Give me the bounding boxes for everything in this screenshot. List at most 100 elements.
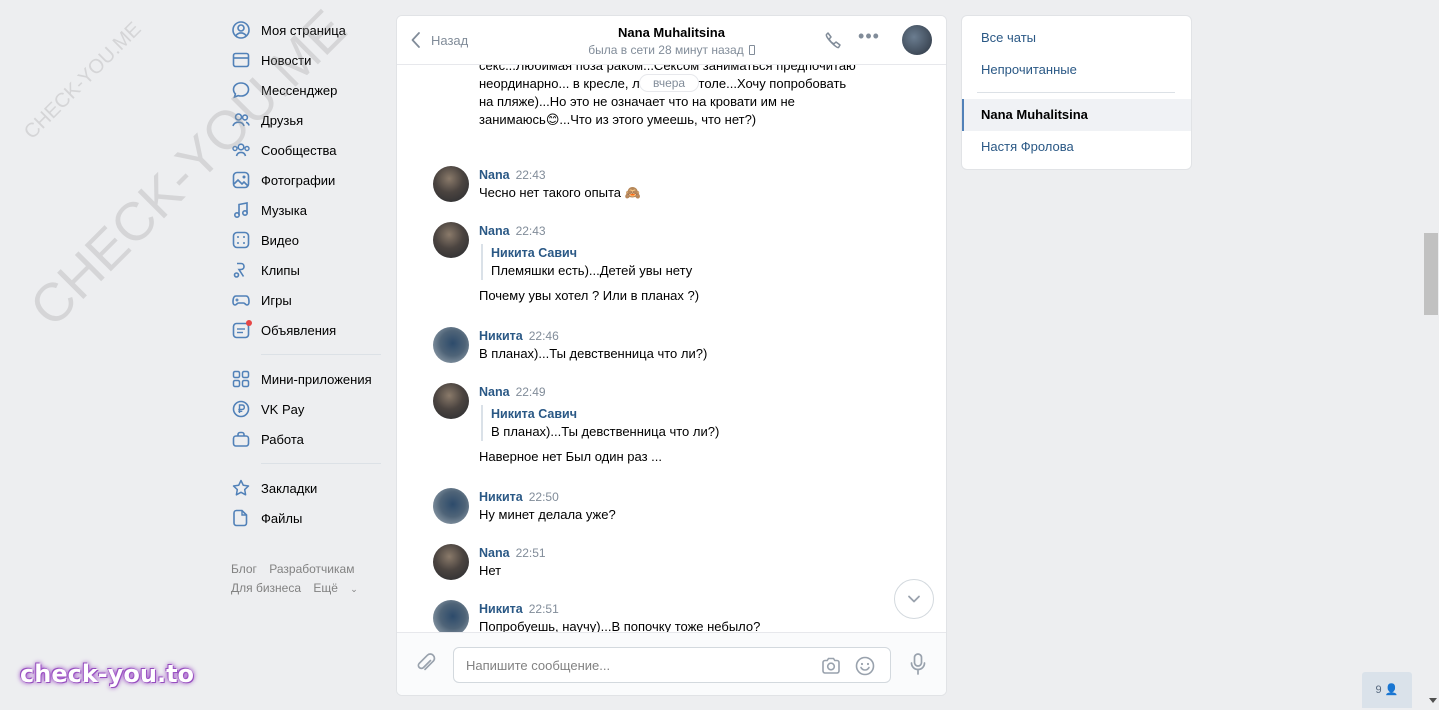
file-icon [231,508,251,528]
message-input[interactable] [466,656,806,674]
message-author[interactable]: Nana [479,168,510,182]
message-item[interactable]: Никита 22:46 В планах)...Ты девственница … [433,327,913,363]
nav-photos[interactable]: Фотографии [231,165,381,195]
message-author[interactable]: Nana [479,385,510,399]
avatar[interactable] [433,327,469,363]
nav-label: Друзья [261,112,304,128]
video-icon [231,230,251,250]
message-author[interactable]: Никита [479,490,523,504]
music-note-icon [231,200,251,220]
message-time: 22:50 [528,490,559,504]
nav-label: Фотографии [261,172,336,188]
nav-communities[interactable]: Сообщества [231,135,381,165]
paperclip-icon[interactable] [415,652,437,676]
quote-author: Никита Савич [491,246,577,260]
newspaper-icon [231,50,251,70]
nav-mini-apps[interactable]: Мини-приложения [231,364,381,394]
nav-label: Клипы [261,262,300,278]
scroll-down-arrow-icon[interactable] [1429,698,1437,703]
more-icon[interactable]: ••• [858,27,880,52]
emoji-smile-icon[interactable] [854,655,876,677]
peer-avatar[interactable] [902,25,932,55]
message-item[interactable]: Никита 22:51 Попробуешь, научу)...В попоч… [433,600,913,632]
message-text: Ну минет делала уже? [479,507,616,522]
nav-divider [261,354,381,355]
nav-clips[interactable]: Клипы [231,255,381,285]
filter-unread[interactable]: Непрочитанные [962,54,1191,86]
avatar[interactable] [433,222,469,258]
camera-icon[interactable] [820,655,842,677]
nav-my-page[interactable]: Моя страница [231,15,381,45]
message-time: 22:43 [515,168,546,182]
nav-news[interactable]: Новости [231,45,381,75]
message-text: В планах)...Ты девственница что ли?) [479,346,708,361]
nav-label: Видео [261,232,299,248]
nav-music[interactable]: Музыка [231,195,381,225]
watermark-diagonal-small: CHECK-YOU.ME [20,17,146,144]
chat-tab[interactable]: Настя Фролова [962,131,1191,163]
message-time: 22:43 [515,224,546,238]
message-author[interactable]: Никита [479,329,523,343]
nav-vk-pay[interactable]: VK Pay [231,394,381,424]
notification-dot [246,320,252,326]
date-separator: вчера [639,74,700,92]
scroll-to-bottom-button[interactable] [894,579,934,619]
online-friends-badge[interactable]: 9 👤 [1362,672,1412,708]
message-author[interactable]: Nana [479,224,510,238]
nav-bookmarks[interactable]: Закладки [231,473,381,503]
message-text: Почему увы хотел ? Или в планах ?) [479,288,700,303]
message-item[interactable]: Nana 22:49 Никита Савич В планах)...Ты де… [433,383,913,466]
user-circle-icon [231,20,251,40]
message-input-box[interactable] [453,647,891,683]
message-item[interactable]: Nana 22:43 Никита Савич Племяшки есть)...… [433,222,913,305]
avatar[interactable] [433,383,469,419]
avatar[interactable] [433,166,469,202]
panel-divider [977,92,1175,93]
nav-video[interactable]: Видео [231,225,381,255]
message-author[interactable]: Никита [479,602,523,616]
chat-panel: Назад Nana Muhalitsina была в сети 28 ми… [396,15,947,696]
reply-quote[interactable]: Никита Савич Племяшки есть)...Детей увы … [481,244,913,280]
nav-label: Музыка [261,202,307,218]
vkpay-icon [231,399,251,419]
photo-icon [231,170,251,190]
avatar[interactable] [433,488,469,524]
message-author[interactable]: Nana [479,546,510,560]
quote-text: Племяшки есть)...Детей увы нету [491,263,693,278]
nav-files[interactable]: Файлы [231,503,381,533]
footer-business-link[interactable]: Для бизнеса [231,581,301,595]
nav-label: Сообщества [261,142,337,158]
nav-friends[interactable]: Друзья [231,105,381,135]
reply-quote[interactable]: Никита Савич В планах)...Ты девственница… [481,405,913,441]
page-scrollbar-thumb[interactable] [1424,233,1438,315]
avatar[interactable] [433,600,469,632]
nav-label: Моя страница [261,22,346,38]
person-icon: 👤 [1384,684,1399,696]
message-history[interactable]: секс...Любимая поза раком...Сексом заним… [397,65,946,632]
footer-developers-link[interactable]: Разработчикам [269,562,354,576]
nav-messenger[interactable]: Мессенджер [231,75,381,105]
footer-more-link[interactable]: Ещё ⌄ [313,581,366,595]
microphone-icon[interactable] [907,652,929,676]
nav-label: Закладки [261,480,318,496]
footer-blog-link[interactable]: Блог [231,562,257,576]
nav-divider [261,463,381,464]
message-item[interactable]: Никита 22:50 Ну минет делала уже? [433,488,913,524]
nav-work[interactable]: Работа [231,424,381,454]
message-time: 22:49 [515,385,546,399]
friends-icon [231,110,251,130]
nav-label: VK Pay [261,401,305,417]
message-text: Чесно нет такого опыта 🙈 [479,185,641,200]
quote-author: Никита Савич [491,407,577,421]
watermark-logo: check-you.to [20,660,195,688]
nav-ads[interactable]: Объявления [231,315,381,345]
message-item[interactable]: Nana 22:51 Нет [433,544,913,580]
chat-tab-active[interactable]: Nana Muhalitsina [962,99,1191,131]
phone-call-icon[interactable] [822,30,844,52]
avatar[interactable] [433,544,469,580]
message-item[interactable]: Nana 22:43 Чесно нет такого опыта 🙈 [433,166,913,202]
chevron-down-icon [908,595,920,603]
gamepad-icon [231,290,251,310]
nav-games[interactable]: Игры [231,285,381,315]
filter-all-chats[interactable]: Все чаты [962,22,1191,54]
